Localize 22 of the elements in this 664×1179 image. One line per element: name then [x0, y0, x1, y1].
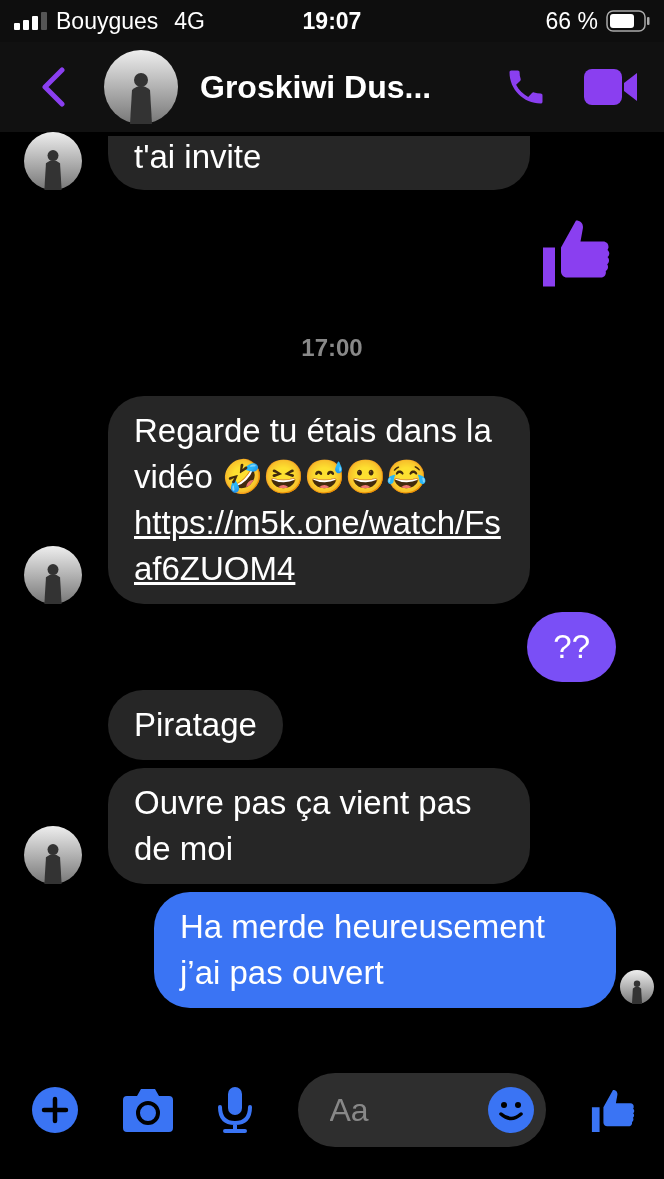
microphone-icon[interactable] — [217, 1087, 253, 1133]
emoji-icon[interactable] — [487, 1087, 534, 1133]
message-bubble: Ouvre pas ça vient pas de moi — [108, 768, 530, 884]
battery-percentage: 66 % — [545, 7, 598, 35]
camera-icon[interactable] — [122, 1088, 173, 1132]
avatar[interactable] — [104, 50, 178, 124]
battery-icon — [606, 10, 650, 32]
network-type: 4G — [174, 7, 205, 35]
message-link[interactable]: https://m5k.one/watch/Fsaf6ZUOM4 — [134, 500, 504, 592]
message-bubble: Ha merde heureusement j’ai pas ouvert — [154, 892, 616, 1008]
back-icon[interactable] — [40, 67, 66, 107]
video-camera-icon[interactable] — [584, 68, 638, 106]
message-bubble: t'ai invite — [108, 136, 530, 190]
signal-icon — [14, 12, 48, 30]
contact-name[interactable]: Groskiwi Dus... — [200, 68, 504, 106]
add-icon[interactable] — [32, 1087, 78, 1133]
timestamp: 17:00 — [301, 334, 363, 362]
message-bubble: ?? — [527, 612, 616, 682]
message-input[interactable]: Aa — [297, 1073, 546, 1147]
clock-time: 19:07 — [302, 7, 362, 35]
carrier-name: Bouygues — [56, 7, 159, 35]
message-bubble: Piratage — [108, 690, 283, 760]
